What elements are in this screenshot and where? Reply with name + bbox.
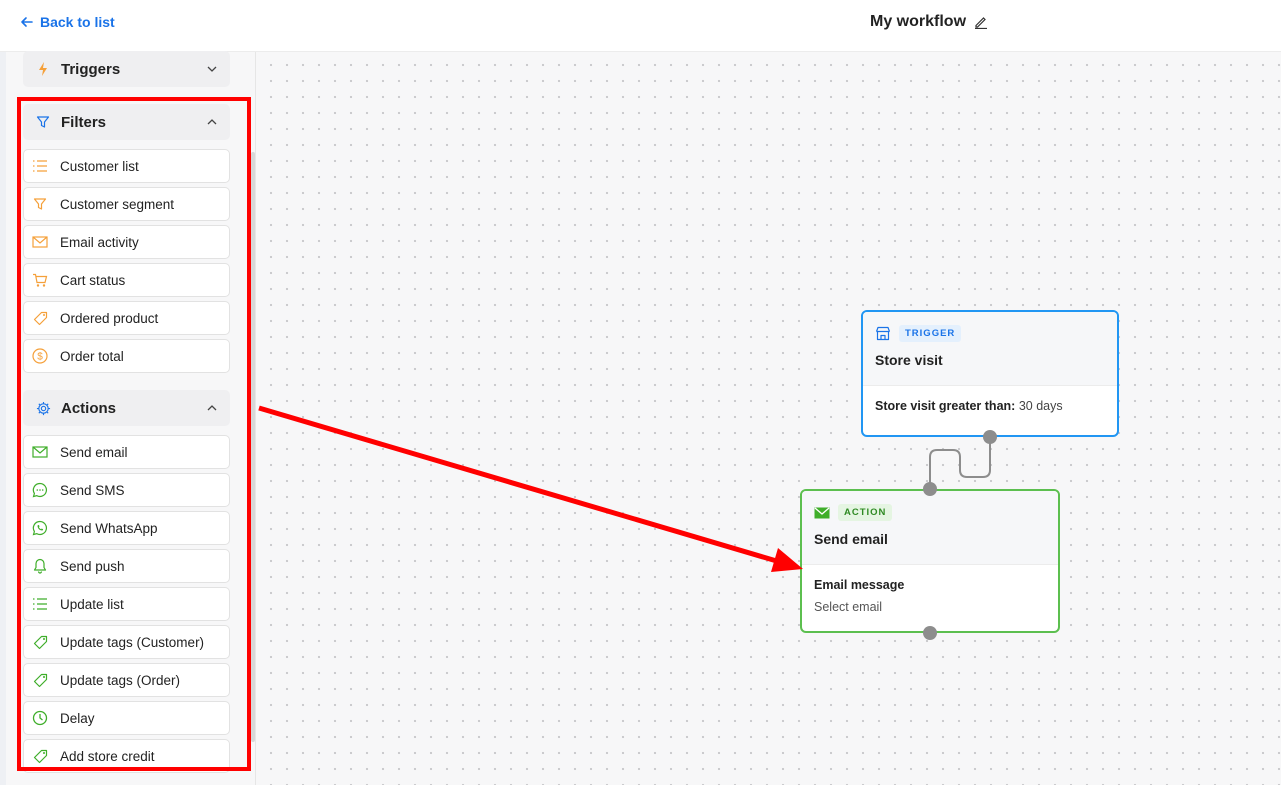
- clock-icon: [32, 710, 48, 726]
- trigger-badge: TRIGGER: [899, 325, 962, 342]
- action-item-send-whatsapp[interactable]: Send WhatsApp: [23, 511, 230, 545]
- sidebar-edge-strip: [0, 52, 6, 785]
- action-node[interactable]: ACTION Send email Email message Select e…: [800, 489, 1060, 633]
- filter-item-label: Customer segment: [60, 196, 175, 212]
- section-filters-title: Filters: [61, 113, 107, 131]
- funnel-icon: [32, 196, 48, 212]
- action-item-send-sms[interactable]: Send SMS: [23, 473, 230, 507]
- filter-item-label: Cart status: [60, 272, 126, 288]
- trigger-condition-value: 30 days: [1018, 399, 1063, 413]
- trigger-output-handle[interactable]: [983, 430, 997, 444]
- action-input-handle[interactable]: [923, 482, 937, 496]
- dollar-icon: $: [32, 348, 48, 364]
- action-item-label: Update tags (Order): [60, 672, 181, 688]
- section-triggers[interactable]: Triggers: [23, 51, 230, 87]
- workflow-title-text: My workflow: [870, 13, 967, 30]
- pencil-icon[interactable]: [974, 15, 988, 29]
- lightning-icon: [35, 61, 51, 77]
- tag-icon: [32, 672, 48, 688]
- action-item-update-tags-customer[interactable]: Update tags (Customer): [23, 625, 230, 659]
- action-output-handle[interactable]: [923, 626, 937, 640]
- workflow-canvas[interactable]: [257, 53, 1281, 785]
- tag-icon: [32, 748, 48, 764]
- back-to-list-link[interactable]: Back to list: [20, 14, 115, 30]
- email-message-label: Email message: [814, 578, 905, 592]
- filter-item-customer-list[interactable]: Customer list: [23, 149, 230, 183]
- action-item-label: Delay: [60, 710, 95, 726]
- section-triggers-title: Triggers: [61, 60, 121, 78]
- cart-icon: [32, 272, 48, 288]
- sidebar-scrollbar[interactable]: [251, 152, 255, 742]
- action-node-header: ACTION Send email: [802, 491, 1058, 565]
- filter-item-cart-status[interactable]: Cart status: [23, 263, 230, 297]
- trigger-node-header: TRIGGER Store visit: [863, 312, 1117, 386]
- envelope-icon: [32, 444, 48, 460]
- filter-item-label: Order total: [60, 348, 124, 364]
- list-icon: [32, 158, 48, 174]
- action-item-label: Send WhatsApp: [60, 520, 158, 536]
- action-node-body: Email message Select email: [802, 565, 1058, 627]
- envelope-icon: [814, 507, 830, 518]
- action-item-send-email[interactable]: Send email: [23, 435, 230, 469]
- filter-item-label: Customer list: [60, 158, 139, 174]
- filter-icon: [35, 114, 51, 130]
- action-item-label: Send push: [60, 558, 125, 574]
- filter-item-order-total[interactable]: $ Order total: [23, 339, 230, 373]
- action-item-update-tags-order[interactable]: Update tags (Order): [23, 663, 230, 697]
- action-badge: ACTION: [838, 504, 893, 521]
- svg-text:$: $: [37, 352, 43, 363]
- arrow-left-icon: [21, 17, 33, 27]
- chevron-down-icon: [207, 66, 217, 72]
- action-item-label: Send email: [60, 444, 128, 460]
- chevron-up-icon: [207, 119, 217, 125]
- action-item-update-list[interactable]: Update list: [23, 587, 230, 621]
- tag-icon: [32, 634, 48, 650]
- back-to-list-label: Back to list: [40, 14, 115, 30]
- trigger-node[interactable]: TRIGGER Store visit Store visit greater …: [861, 310, 1119, 437]
- store-icon: [875, 326, 891, 341]
- section-filters[interactable]: Filters: [23, 104, 230, 140]
- action-item-label: Add store credit: [60, 748, 155, 764]
- trigger-condition-label: Store visit greater than:: [875, 399, 1016, 413]
- action-item-add-store-credit[interactable]: Add store credit: [23, 739, 230, 773]
- workflow-title: My workflow: [870, 13, 988, 31]
- action-node-title: Send email: [814, 531, 888, 547]
- action-item-delay[interactable]: Delay: [23, 701, 230, 735]
- filter-item-label: Ordered product: [60, 310, 159, 326]
- filter-item-customer-segment[interactable]: Customer segment: [23, 187, 230, 221]
- action-item-send-push[interactable]: Send push: [23, 549, 230, 583]
- action-item-label: Update tags (Customer): [60, 634, 205, 650]
- section-actions-title: Actions: [61, 399, 117, 417]
- action-item-label: Send SMS: [60, 482, 125, 498]
- list-icon: [32, 596, 48, 612]
- gear-icon: [35, 400, 51, 416]
- trigger-node-body: Store visit greater than: 30 days: [863, 386, 1117, 426]
- whatsapp-icon: [32, 520, 48, 536]
- filter-item-label: Email activity: [60, 234, 139, 250]
- section-actions[interactable]: Actions: [23, 390, 230, 426]
- chat-icon: [32, 482, 48, 498]
- trigger-node-title: Store visit: [875, 352, 943, 368]
- bell-icon: [32, 558, 48, 574]
- envelope-icon: [32, 234, 48, 250]
- top-bar: Back to list My workflow: [0, 0, 1281, 52]
- tag-icon: [32, 310, 48, 326]
- action-item-label: Update list: [60, 596, 124, 612]
- filter-item-email-activity[interactable]: Email activity: [23, 225, 230, 259]
- chevron-up-icon: [207, 405, 217, 411]
- filter-item-ordered-product[interactable]: Ordered product: [23, 301, 230, 335]
- select-email-link[interactable]: Select email: [814, 600, 1046, 614]
